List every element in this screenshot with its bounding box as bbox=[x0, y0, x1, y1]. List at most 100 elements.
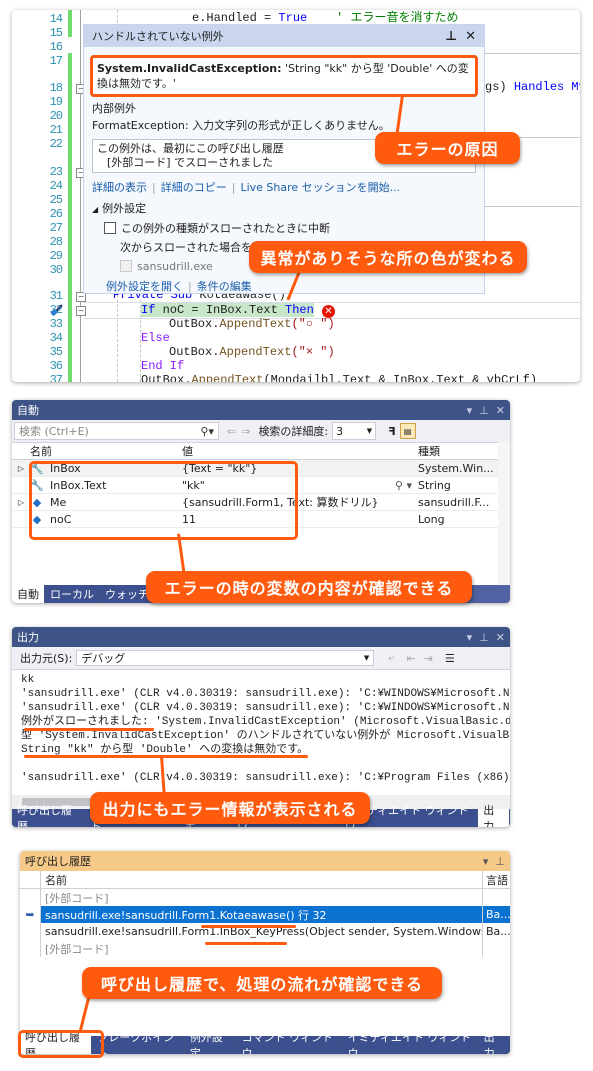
line-number: 17 bbox=[49, 54, 63, 68]
pin-icon[interactable]: ⊥ bbox=[445, 29, 457, 44]
tab-locals[interactable]: ローカル bbox=[45, 585, 100, 603]
line-number: 34 bbox=[49, 331, 63, 345]
back-arrow-icon[interactable]: ⇐ bbox=[227, 425, 236, 438]
code-line-14[interactable]: e.Handled = True ' エラー音を消すため bbox=[192, 11, 458, 25]
tab-breakpoints[interactable]: ブレークポイント bbox=[92, 1031, 185, 1054]
autos-title-bar: 自動 ▾ ⊥ ✕ bbox=[12, 400, 510, 420]
column-name[interactable]: 名前 bbox=[30, 443, 182, 459]
exception-links: 詳細の表示 | 詳細のコピー | Live Share セッションを開始... bbox=[92, 181, 401, 194]
inner-exception-label: 内部例外 bbox=[92, 102, 136, 115]
exception-bottom-links: 例外設定を開く | 条件の編集 bbox=[106, 280, 252, 293]
open-exception-settings-link[interactable]: 例外設定を開く bbox=[106, 280, 183, 293]
hex-view-icon[interactable]: ▤ bbox=[399, 423, 416, 439]
tab-exception-settings[interactable]: 例外設定 bbox=[184, 1031, 237, 1054]
pin-icon[interactable]: ⊥ bbox=[479, 404, 489, 417]
view-details-link[interactable]: 詳細の表示 bbox=[92, 181, 147, 194]
line-number: 30 bbox=[49, 263, 63, 277]
line-number: 24 bbox=[49, 179, 63, 193]
line-number-gutter: 14 15 16 17 18 19 20 21 22 23 24 25 26 2… bbox=[12, 10, 72, 382]
search-depth-label: 検索の詳細度: bbox=[258, 425, 329, 438]
line-number: 37 bbox=[49, 373, 63, 382]
callout-error-cause: エラーの原因 bbox=[375, 132, 520, 164]
callout-variables: エラーの時の変数の内容が確認できる bbox=[146, 571, 472, 603]
vertical-scrollbar[interactable] bbox=[498, 442, 510, 585]
goto-line-icon[interactable]: ⤶ bbox=[388, 651, 394, 665]
call-stack-title: 呼び出し履歴 bbox=[25, 855, 91, 868]
line-number: 18 bbox=[49, 81, 63, 95]
live-share-link[interactable]: Live Share セッションを開始... bbox=[240, 181, 400, 194]
line-number: 21 bbox=[49, 123, 63, 137]
column-type[interactable]: 種類 bbox=[418, 443, 498, 459]
call-stack-title-bar: 呼び出し履歴 ▾ ⊥ bbox=[20, 851, 510, 871]
callout-color-change: 異常がありそうな所の色が変わる bbox=[249, 241, 527, 273]
tab-output[interactable]: 出力 bbox=[478, 1031, 510, 1054]
search-icon[interactable]: ⚲▾ bbox=[200, 425, 214, 438]
line-number: 29 bbox=[49, 249, 63, 263]
expand-icon[interactable]: ▷ bbox=[12, 464, 30, 473]
autos-title: 自動 bbox=[17, 404, 39, 417]
close-icon[interactable]: ✕ bbox=[496, 631, 505, 644]
forward-arrow-icon[interactable]: ⇒ bbox=[241, 425, 250, 438]
output-source-select[interactable]: デバッグ ▼ bbox=[76, 650, 375, 666]
stack-frame-row[interactable]: [外部コード] bbox=[20, 889, 510, 906]
dropdown-icon[interactable]: ▾ bbox=[467, 404, 473, 417]
column-name[interactable]: 名前 bbox=[41, 872, 482, 888]
close-icon[interactable]: ✕ bbox=[496, 404, 505, 417]
output-title-bar: 出力 ▾ ⊥ ✕ bbox=[12, 627, 510, 647]
break-when-thrown-option[interactable]: この例外の種類がスローされたときに中断 bbox=[84, 219, 484, 238]
copy-details-link[interactable]: 詳細のコピー bbox=[161, 181, 227, 194]
line-number: 28 bbox=[49, 235, 63, 249]
code-line-18[interactable]: gs) Handles My bbox=[485, 80, 580, 94]
prev-message-icon[interactable]: ⇤ bbox=[406, 652, 415, 665]
pin-icon[interactable]: ⊥ bbox=[495, 855, 505, 868]
code-line-34[interactable]: Else bbox=[141, 331, 170, 345]
method-separator bbox=[484, 53, 580, 54]
tab-immediate-window[interactable]: イミディエイト ウィンドウ bbox=[342, 1031, 479, 1054]
current-frame-arrow-icon: ➥ bbox=[25, 908, 35, 921]
line-number: 20 bbox=[49, 109, 63, 123]
filter-icon[interactable]: ꟻ bbox=[388, 425, 396, 438]
method-separator bbox=[484, 206, 580, 207]
line-number: 33 bbox=[49, 317, 63, 331]
next-message-icon[interactable]: ⇥ bbox=[424, 652, 433, 665]
code-line-33[interactable]: OutBox.AppendText("○ ") bbox=[169, 317, 335, 331]
collapse-triangle-icon: ◢ bbox=[92, 205, 99, 214]
close-icon[interactable]: ✕ bbox=[465, 29, 476, 44]
callout-call-flow: 呼び出し履歴で、処理の流れが確認できる bbox=[82, 967, 442, 999]
text-visualizer-icon[interactable]: ⚲ ▾ bbox=[395, 479, 412, 492]
exception-helper-brush-icon[interactable] bbox=[50, 303, 64, 317]
tab-autos[interactable]: 自動 bbox=[12, 585, 45, 603]
output-source-label: 出力元(S): bbox=[20, 652, 73, 665]
module-checkbox[interactable] bbox=[120, 260, 132, 272]
tab-output[interactable]: 出力 bbox=[478, 804, 510, 827]
output-toolbar: 出力元(S): デバッグ ▼ ⤶ ⇤ ⇥ ☰ bbox=[12, 647, 510, 670]
line-number: 36 bbox=[49, 359, 63, 373]
column-language[interactable]: 言語 bbox=[482, 871, 510, 888]
exception-message: System.InvalidCastException: 'String "kk… bbox=[90, 55, 478, 97]
tab-call-stack[interactable]: 呼び出し履歴 bbox=[12, 804, 86, 827]
code-line-35[interactable]: OutBox.AppendText("× ") bbox=[169, 345, 335, 359]
call-stack-header: 名前 言語 bbox=[20, 871, 510, 889]
code-line-37[interactable]: OutBox.AppendText(Mondailbl.Text & InBox… bbox=[141, 373, 537, 382]
call-stack-window: 呼び出し履歴 ▾ ⊥ 名前 言語 [外部コード] ➥ sansudrill.ex… bbox=[20, 851, 510, 1054]
line-number: 16 bbox=[49, 40, 63, 54]
tab-command-window[interactable]: コマンド ウィンドウ bbox=[236, 1031, 343, 1054]
expand-icon[interactable]: ▷ bbox=[12, 498, 30, 507]
code-line-32[interactable]: If noC = InBox.Text Then bbox=[141, 303, 314, 317]
stack-frame-row-current[interactable]: ➥ sansudrill.exe!sansudrill.Form1.Kotaea… bbox=[20, 906, 510, 923]
exception-popup-header: ハンドルされていない例外 ⊥ ✕ bbox=[84, 25, 484, 47]
search-depth-select[interactable]: 3 ▼ bbox=[332, 422, 377, 440]
code-line-36[interactable]: End If bbox=[141, 359, 184, 373]
highlight-box bbox=[29, 461, 298, 540]
edit-conditions-link[interactable]: 条件の編集 bbox=[197, 280, 252, 293]
dropdown-icon[interactable]: ▾ bbox=[483, 855, 489, 868]
clear-all-icon[interactable]: ☰ bbox=[445, 652, 455, 665]
dropdown-icon[interactable]: ▾ bbox=[467, 631, 473, 644]
line-number: 26 bbox=[49, 207, 63, 221]
search-input[interactable]: 検索 (Ctrl+E) ⚲▾ bbox=[14, 422, 219, 440]
column-value[interactable]: 値 bbox=[182, 443, 418, 459]
exception-settings-header[interactable]: ◢ 例外設定 bbox=[84, 195, 484, 219]
break-checkbox[interactable] bbox=[104, 222, 116, 234]
pin-icon[interactable]: ⊥ bbox=[479, 631, 489, 644]
code-editor[interactable]: 14 15 16 17 18 19 20 21 22 23 24 25 26 2… bbox=[12, 10, 580, 382]
